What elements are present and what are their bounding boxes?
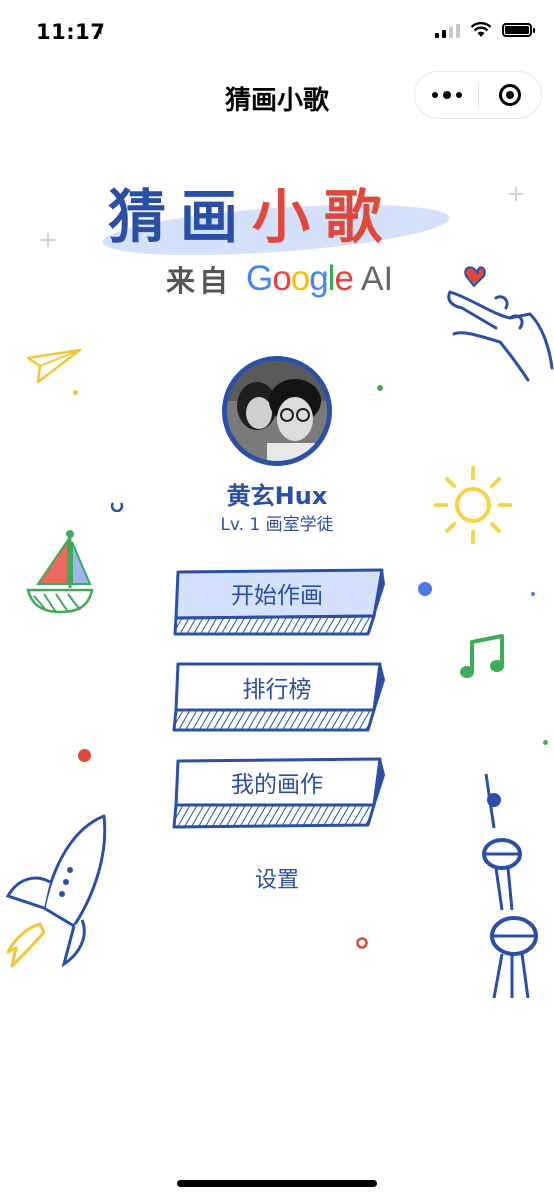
sun-icon <box>434 466 512 544</box>
sparkle-icon <box>41 233 55 247</box>
dot-icon <box>543 740 548 745</box>
start-drawing-button[interactable]: 开始作画 <box>170 566 390 646</box>
more-dots-icon[interactable] <box>415 72 478 118</box>
sparkle-icon <box>509 187 523 201</box>
logo-title: 猜画小歌 <box>108 183 397 251</box>
miniprogram-capsule <box>414 71 542 119</box>
location-arrow-icon: ➚ <box>92 26 104 42</box>
finger-heart-icon <box>447 266 554 382</box>
battery-icon <box>502 23 535 37</box>
tv-tower-icon <box>482 773 538 998</box>
sailboat-icon <box>26 530 94 614</box>
my-drawings-label: 我的画作 <box>231 772 323 798</box>
signal-icon <box>435 22 460 38</box>
from-label: 来自 <box>166 264 233 298</box>
wifi-icon <box>470 22 492 37</box>
dot-icon <box>418 582 432 596</box>
ring-icon <box>356 937 368 949</box>
status-bar: 11:17 ➚ <box>0 0 554 66</box>
google-brand: Google <box>246 259 354 298</box>
leaderboard-button[interactable]: 排行榜 <box>170 660 390 740</box>
dot-icon <box>531 592 535 596</box>
rocket-icon <box>5 814 107 968</box>
logo-subtitle: 来自 Google AI <box>166 258 393 300</box>
ring-icon <box>110 502 124 512</box>
leaderboard-label: 排行榜 <box>242 677 312 703</box>
music-note-icon <box>460 634 504 678</box>
paper-plane-icon <box>26 348 82 384</box>
close-circle-icon[interactable] <box>479 72 541 118</box>
app-logo: 猜画小歌 来自 Google AI <box>100 168 460 308</box>
home-indicator[interactable] <box>177 1180 377 1187</box>
my-drawings-button[interactable]: 我的画作 <box>170 755 390 835</box>
dot-icon <box>78 749 91 762</box>
avatar[interactable] <box>222 356 332 466</box>
status-icons <box>435 22 535 38</box>
dot-icon <box>73 390 78 395</box>
dot-icon <box>377 385 383 391</box>
ai-label: AI <box>360 259 394 298</box>
start-drawing-label: 开始作画 <box>231 583 323 609</box>
